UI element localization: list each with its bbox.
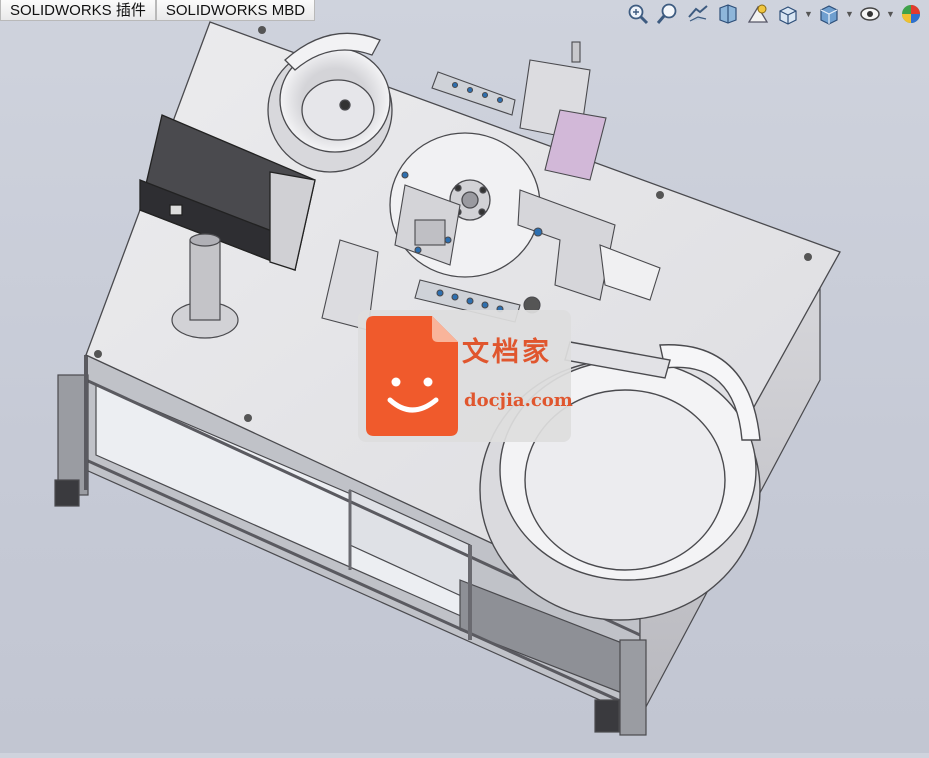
display-style-dropdown-icon[interactable]: ▼ [845, 0, 854, 28]
document-smile-icon [366, 316, 458, 441]
hide-show-items-icon[interactable] [856, 0, 884, 28]
tab-solidworks-mbd[interactable]: SOLIDWORKS MBD [155, 0, 316, 21]
previous-view-icon[interactable] [684, 0, 712, 28]
view-orientation-icon[interactable] [774, 0, 802, 28]
dynamic-annotation-icon[interactable] [744, 0, 772, 28]
watermark-logo: 文档家 docjia.com [358, 310, 573, 442]
heads-up-view-toolbar: ▼ ▼ ▼ [624, 0, 929, 28]
watermark-chinese-text: 文档家 [462, 337, 552, 368]
zoom-to-fit-icon[interactable] [624, 0, 652, 28]
section-view-icon[interactable] [714, 0, 742, 28]
command-manager-tabs: SOLIDWORKS 插件 SOLIDWORKS MBD [0, 0, 316, 22]
tab-solidworks-addins[interactable]: SOLIDWORKS 插件 [0, 0, 156, 21]
view-orientation-dropdown-icon[interactable]: ▼ [804, 0, 813, 28]
display-style-icon[interactable] [815, 0, 843, 28]
hide-show-dropdown-icon[interactable]: ▼ [886, 0, 895, 28]
edit-appearance-icon[interactable] [897, 0, 925, 28]
watermark-url-text: docjia.com [464, 390, 573, 411]
zoom-to-area-icon[interactable] [654, 0, 682, 28]
